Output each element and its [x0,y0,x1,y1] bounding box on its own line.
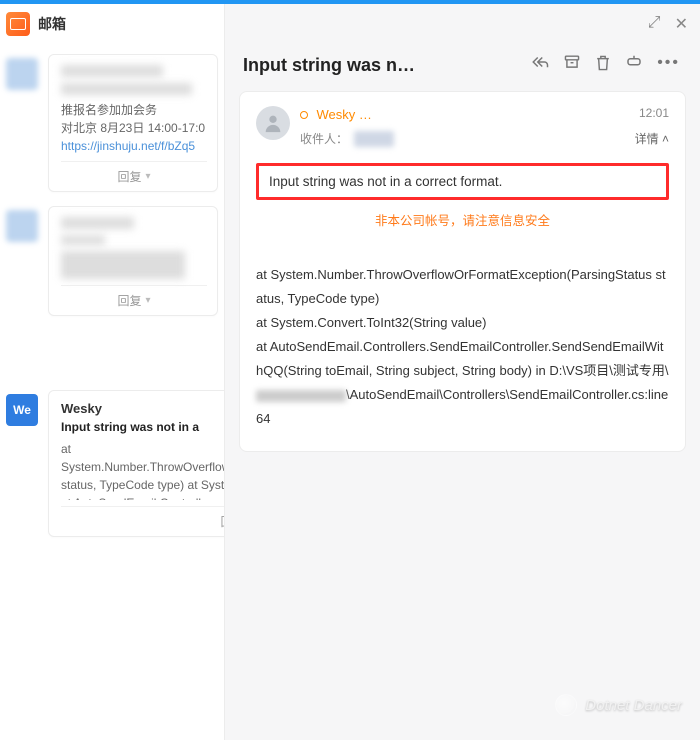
reply-button[interactable]: 回复 ▾ [61,285,207,309]
mail-body-card: Wesky … 12:01 收件人： 详情 ˄ Input string was… [239,91,686,452]
list-item[interactable]: 推报名参加加会务 对北京 8月23日 14:00-17:0 https://ji… [0,48,224,200]
expand-icon[interactable]: ⤢ [648,14,661,34]
preview-blur [61,251,185,279]
app-name: 邮箱 [38,14,66,34]
mail-subject: Input string was not in a [61,420,224,434]
mail-list-sidebar: 邮箱 推报名参加加会务 对北京 8月23日 14:00-17:0 https:/… [0,4,225,740]
mail-detail-pane: ⤢ ✕ Input string was n… ••• [225,4,700,740]
mail-time: 12:01 [639,106,669,120]
reply-button[interactable]: 回复 ▾ [61,506,224,530]
mail-card[interactable]: 推报名参加加会务 对北京 8月23日 14:00-17:0 https://ji… [48,54,218,192]
path-blur [256,390,346,402]
reply-all-icon[interactable] [531,54,549,77]
watermark: Dotnet Dancer [555,694,682,716]
pin-icon[interactable] [625,54,643,77]
reply-label: 回复 [117,292,141,309]
sidebar-header: 邮箱 [0,4,224,48]
stack-line: at System.Number.ThrowOverflowOrFormatEx… [256,263,669,311]
mail-preview: 推报名参加加会务 对北京 8月23日 14:00-17:0 https://ji… [61,101,207,155]
avatar-col [6,206,42,324]
mail-card[interactable]: 回复 ▾ [48,206,218,316]
mail-list-scroll[interactable]: 推报名参加加会务 对北京 8月23日 14:00-17:0 https://ji… [0,48,224,740]
avatar-col: We [6,390,42,545]
sender-avatar-icon [256,106,290,140]
chevron-down-icon: ▾ [145,171,150,182]
sender-name[interactable]: Wesky … [316,107,371,122]
sender-blur [61,217,134,229]
stack-trace: at System.Number.ThrowOverflowOrFormatEx… [256,239,669,431]
avatar-col [6,54,42,200]
delete-icon[interactable] [595,54,611,77]
recipients-label: 收件人： [300,130,348,147]
status-ring-icon [300,111,308,119]
reply-button[interactable]: 回复 ▾ [61,161,207,185]
mail-title: Input string was n… [243,55,415,76]
window-controls: ⤢ ✕ [648,14,688,34]
app-container: 邮箱 推报名参加加会务 对北京 8月23日 14:00-17:0 https:/… [0,4,700,740]
archive-icon[interactable] [563,54,581,77]
stack-line: at AutoSendEmail.Controllers.SendEmailCo… [256,335,669,431]
stack-line: at System.Convert.ToInt32(String value) [256,311,669,335]
avatar [6,58,38,90]
watermark-text: Dotnet Dancer [585,697,682,714]
mail-preview: at System.Number.ThrowOverflowOrFormatEx… [61,440,224,500]
recipients-row: 收件人： 详情 ˄ [300,130,669,147]
avatar: We [6,394,38,426]
subject-blur [61,83,192,95]
subject-blur [61,235,105,245]
avatar [6,210,38,242]
mail-header: Input string was n… ••• [225,4,700,87]
list-item[interactable]: 回复 ▾ [0,200,224,324]
security-warning: 非本公司帐号，请注意信息安全 [256,210,669,229]
chevron-down-icon: ▾ [145,295,150,306]
mail-toolbar: ••• [531,54,680,77]
recipient-blur [354,131,394,147]
sender-name: Wesky [61,401,224,416]
mail-app-icon [6,12,30,36]
reply-label: 回复 [117,168,141,185]
sender-blur [61,65,163,77]
chevron-up-icon: ˄ [662,132,669,146]
mail-meta: Wesky … 12:01 收件人： 详情 ˄ [256,106,669,147]
more-icon[interactable]: ••• [657,54,680,77]
detail-toggle[interactable]: 详情 ˄ [635,130,669,147]
watermark-icon [555,694,577,716]
list-item[interactable]: We Wesky Input string was not in a at Sy… [0,384,224,545]
link[interactable]: https://jinshuju.net/f/bZq5 [61,139,195,153]
mail-card[interactable]: Wesky Input string was not in a at Syste… [48,390,224,537]
highlight-box: Input string was not in a correct format… [256,163,669,200]
close-icon[interactable]: ✕ [675,14,688,34]
reply-label: 回复 [221,513,224,530]
